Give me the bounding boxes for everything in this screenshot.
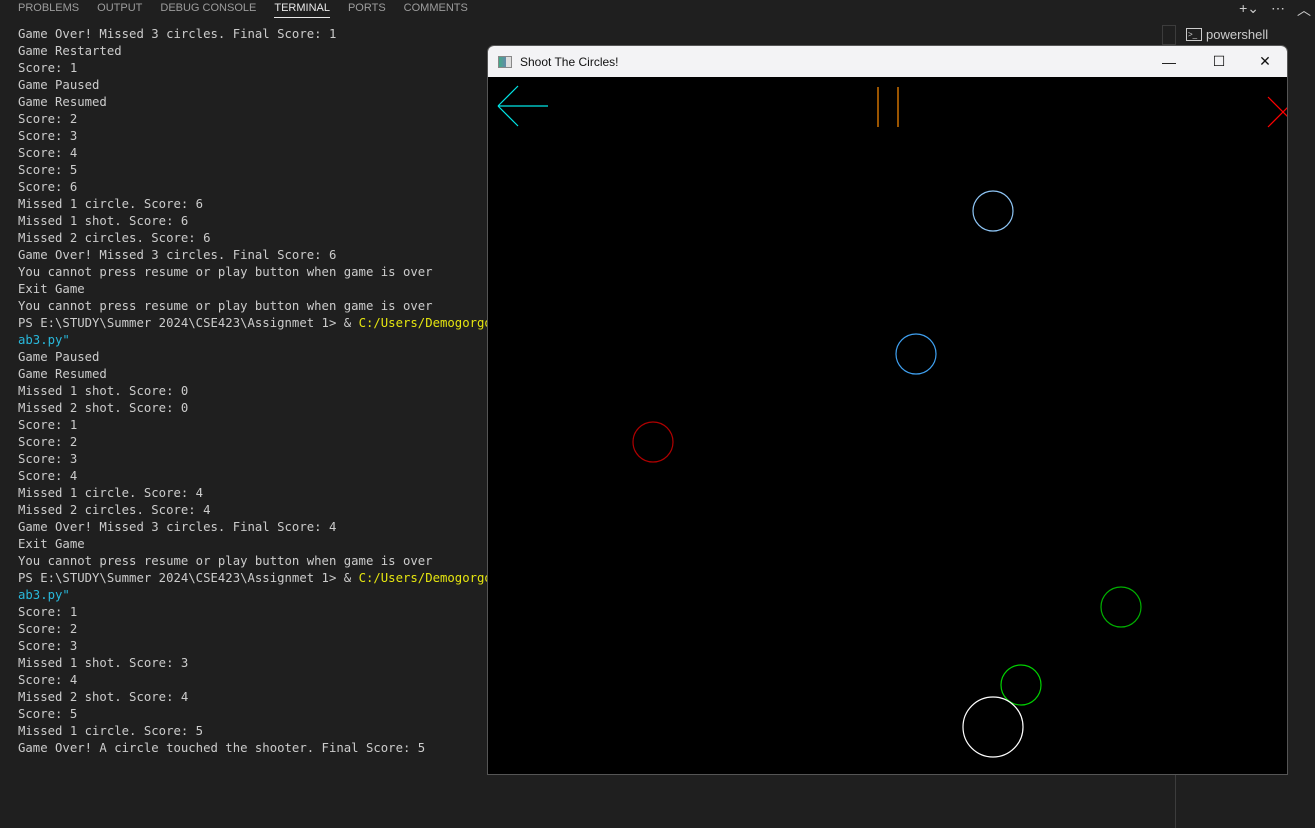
terminal-line: Score: 2 <box>18 112 78 126</box>
window-title: Shoot The Circles! <box>520 54 619 69</box>
tab-terminal[interactable]: TERMINAL <box>274 0 330 18</box>
terminal-line: Score: 1 <box>18 605 78 619</box>
terminal-line: ab3.py" <box>18 587 514 604</box>
target-circle <box>895 333 937 375</box>
terminal-line: Missed 1 shot. Score: 3 <box>18 656 189 670</box>
game-window: Shoot The Circles! — ☐ ✕ <box>487 45 1288 775</box>
terminal-line: Game Over! Missed 3 circles. Final Score… <box>18 520 337 534</box>
terminal-line: You cannot press resume or play button w… <box>18 265 433 279</box>
terminal-line: Exit Game <box>18 282 85 296</box>
tab-problems[interactable]: PROBLEMS <box>18 0 79 18</box>
terminal-line: Game Paused <box>18 78 100 92</box>
tab-debug-console[interactable]: DEBUG CONSOLE <box>160 0 256 18</box>
back-arrow-icon[interactable] <box>497 85 548 127</box>
terminal-line: Game Resumed <box>18 367 107 381</box>
app-icon <box>498 55 512 68</box>
terminal-line: Missed 1 circle. Score: 5 <box>18 724 204 738</box>
terminal-line: Score: 4 <box>18 146 78 160</box>
terminal-profile-label: powershell <box>1206 27 1269 42</box>
terminal-line: Game Resumed <box>18 95 107 109</box>
target-circle <box>1000 664 1042 706</box>
terminal-line: Missed 2 circles. Score: 4 <box>18 503 211 517</box>
terminal-line: Score: 4 <box>18 469 78 483</box>
terminal-line: Score: 3 <box>18 452 78 466</box>
terminal-line: Game Over! Missed 3 circles. Final Score… <box>18 248 337 262</box>
terminal-line: PS E:\STUDY\Summer 2024\CSE423\Assignmet… <box>18 315 514 332</box>
panel-actions: +⌄ ⋯ ︿ <box>1239 0 1315 20</box>
minimize-button[interactable]: — <box>1146 46 1192 77</box>
terminal-line: Score: 1 <box>18 61 78 75</box>
terminal-line: Score: 3 <box>18 129 78 143</box>
prompt: PS E:\STUDY\Summer 2024\CSE423\Assignmet… <box>18 316 359 330</box>
tab-output[interactable]: OUTPUT <box>97 0 142 18</box>
more-actions-icon[interactable]: ⋯ <box>1271 0 1285 20</box>
window-titlebar: Shoot The Circles! — ☐ ✕ <box>488 46 1287 77</box>
terminal-line: Score: 6 <box>18 180 78 194</box>
terminal-line: Missed 2 shot. Score: 0 <box>18 401 189 415</box>
terminal-icon: >_ <box>1186 28 1202 41</box>
terminal-line: Score: 2 <box>18 622 78 636</box>
terminal-line: Game Over! Missed 3 circles. Final Score… <box>18 27 337 41</box>
terminal-line: You cannot press resume or play button w… <box>18 299 433 313</box>
tab-ports[interactable]: PORTS <box>348 0 386 18</box>
close-button[interactable]: ✕ <box>1242 46 1287 77</box>
terminal-line: Score: 2 <box>18 435 78 449</box>
new-terminal-icon[interactable]: +⌄ <box>1239 0 1259 20</box>
target-circle <box>1100 586 1142 628</box>
maximize-panel-icon[interactable]: ︿ <box>1297 0 1311 20</box>
terminal-line: Missed 2 shot. Score: 4 <box>18 690 189 704</box>
panel-tabs: PROBLEMS OUTPUT DEBUG CONSOLE TERMINAL PORTS… <box>0 0 468 20</box>
terminal-output[interactable]: Game Over! Missed 3 circles. Final Score… <box>18 26 514 757</box>
target-circle <box>972 190 1014 232</box>
terminal-line: Score: 1 <box>18 418 78 432</box>
pause-icon[interactable] <box>877 87 899 127</box>
terminal-instance-powershell[interactable]: >_ powershell <box>1186 27 1268 42</box>
game-canvas[interactable] <box>488 77 1288 775</box>
terminal-line: Score: 3 <box>18 639 78 653</box>
target-circle <box>632 421 674 463</box>
terminal-list-scrollbar[interactable] <box>1162 25 1176 45</box>
terminal-line: Missed 2 circles. Score: 6 <box>18 231 211 245</box>
command-continuation: ab3.py" <box>18 333 70 347</box>
terminal-line: Game Paused <box>18 350 100 364</box>
terminal-line: Missed 1 shot. Score: 6 <box>18 214 189 228</box>
maximize-button[interactable]: ☐ <box>1196 46 1242 77</box>
terminal-line: You cannot press resume or play button w… <box>18 554 433 568</box>
exit-x-icon[interactable] <box>1267 96 1288 128</box>
shooter-circle <box>962 696 1024 758</box>
terminal-line: Missed 1 circle. Score: 4 <box>18 486 204 500</box>
tab-comments[interactable]: COMMENTS <box>404 0 468 18</box>
terminal-line: Game Restarted <box>18 44 122 58</box>
terminal-line: Score: 5 <box>18 163 78 177</box>
terminal-line: PS E:\STUDY\Summer 2024\CSE423\Assignmet… <box>18 570 514 587</box>
terminal-line: Exit Game <box>18 537 85 551</box>
terminal-line: Game Over! A circle touched the shooter.… <box>18 741 426 755</box>
terminal-line: ab3.py" <box>18 332 514 349</box>
terminal-line: Missed 1 circle. Score: 6 <box>18 197 204 211</box>
prompt: PS E:\STUDY\Summer 2024\CSE423\Assignmet… <box>18 571 359 585</box>
terminal-line: Score: 4 <box>18 673 78 687</box>
command-continuation: ab3.py" <box>18 588 70 602</box>
terminal-line: Missed 1 shot. Score: 0 <box>18 384 189 398</box>
terminal-line: Score: 5 <box>18 707 78 721</box>
